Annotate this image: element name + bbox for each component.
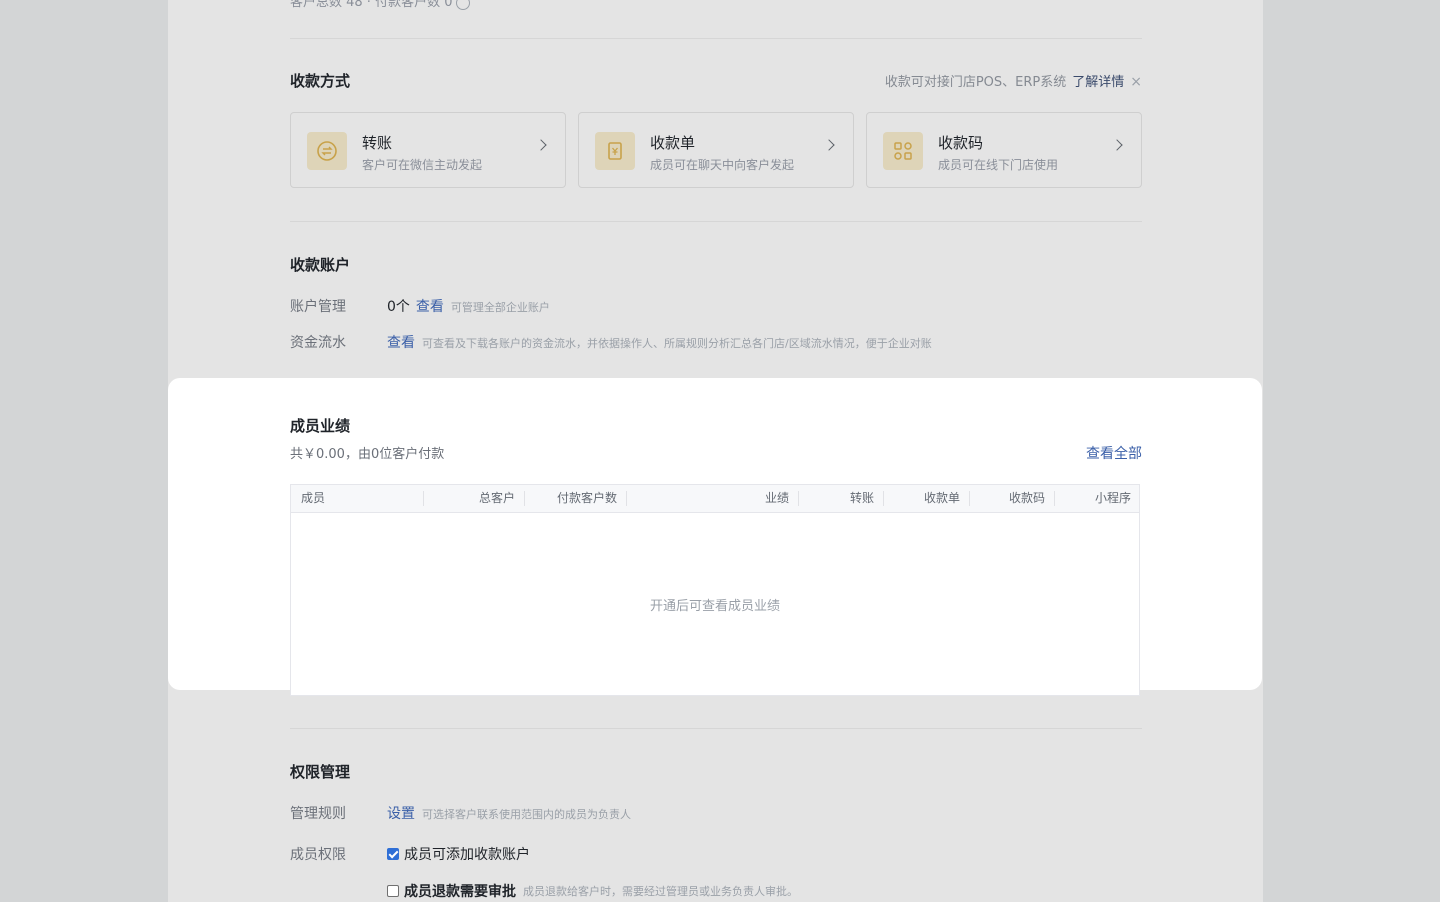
rule-settings-link[interactable]: 设置 bbox=[387, 803, 415, 823]
view-fund-flow-link[interactable]: 查看 bbox=[387, 332, 415, 352]
payment-methods-title: 收款方式 bbox=[290, 72, 351, 90]
empty-state-text: 开通后可查看成员业绩 bbox=[649, 599, 780, 614]
column-header[interactable]: 收款单 bbox=[884, 485, 970, 512]
account-count: 0个 bbox=[387, 299, 410, 315]
payment-methods-note: 收款可对接门店POS、ERP系统 了解详情 × bbox=[885, 71, 1142, 90]
row-hint: 可管理全部企业账户 bbox=[450, 301, 550, 314]
table-header: 成员 总客户 付款客户数 业绩 转账 收款单 收款码 小程序 bbox=[291, 485, 1139, 513]
receipt-icon bbox=[595, 132, 635, 170]
method-card-receipt[interactable]: 收款单 成员可在聊天中向客户发起 bbox=[578, 112, 854, 188]
column-header[interactable]: 小程序 bbox=[1055, 485, 1141, 512]
fund-flow-row: 资金流水 查看 可查看及下载各账户的资金流水，并依据操作人、所属规则分析汇总各门… bbox=[290, 332, 932, 352]
column-header[interactable]: 成员 bbox=[291, 485, 424, 512]
payment-method-cards: 转账 客户可在微信主动发起 收款单 成员可在聊天中向客户发起 收款码 成员可在线… bbox=[290, 112, 1142, 190]
method-card-transfer[interactable]: 转账 客户可在微信主动发起 bbox=[290, 112, 566, 188]
payment-note-text: 收款可对接门店POS、ERP系统 bbox=[884, 75, 1067, 90]
permission-option-refund-approval[interactable]: 成员退款需要审批 成员退款给客户时，需要经过管理员或业务负责人审批。 bbox=[387, 881, 798, 901]
method-desc: 成员可在线下门店使用 bbox=[938, 158, 1059, 172]
column-header[interactable]: 业绩 bbox=[627, 485, 799, 512]
method-card-qrcode[interactable]: 收款码 成员可在线下门店使用 bbox=[866, 112, 1142, 188]
divider bbox=[290, 728, 1142, 729]
view-accounts-link[interactable]: 查看 bbox=[416, 296, 444, 316]
row-label: 管理规则 bbox=[290, 806, 346, 822]
method-title: 收款码 bbox=[938, 134, 984, 152]
transfer-icon bbox=[307, 132, 347, 170]
account-management-row: 账户管理 0个 查看 可管理全部企业账户 bbox=[290, 296, 550, 316]
row-label: 成员权限 bbox=[290, 847, 346, 863]
chevron-right-icon bbox=[1111, 139, 1123, 151]
row-label: 账户管理 bbox=[290, 299, 346, 315]
help-icon[interactable] bbox=[456, 0, 471, 10]
customer-stats: 客户总数 48 · 付款客户数 0 bbox=[290, 0, 471, 10]
row-hint: 可选择客户联系使用范围内的成员为负责人 bbox=[422, 808, 631, 821]
column-header[interactable]: 收款码 bbox=[970, 485, 1055, 512]
chevron-right-icon bbox=[823, 139, 835, 151]
option-label: 成员可添加收款账户 bbox=[404, 847, 530, 863]
accounts-title: 收款账户 bbox=[290, 256, 351, 274]
permission-option-add-account[interactable]: 成员可添加收款账户 bbox=[387, 844, 530, 864]
management-rule-row: 管理规则 设置 可选择客户联系使用范围内的成员为负责人 bbox=[290, 803, 631, 823]
method-desc: 成员可在聊天中向客户发起 bbox=[650, 158, 795, 172]
method-title: 转账 bbox=[362, 134, 393, 152]
option-hint: 成员退款给客户时，需要经过管理员或业务负责人审批。 bbox=[523, 885, 798, 898]
view-all-link[interactable]: 查看全部 bbox=[1086, 443, 1142, 463]
column-header[interactable]: 总客户 bbox=[424, 485, 525, 512]
qrcode-icon bbox=[883, 132, 923, 170]
checkbox-unchecked[interactable] bbox=[387, 885, 399, 897]
performance-summary: 共￥0.00，由0位客户付款 bbox=[290, 447, 445, 462]
checkbox-checked[interactable] bbox=[387, 848, 399, 860]
performance-table: 成员 总客户 付款客户数 业绩 转账 收款单 收款码 小程序 开通后可查看成员业… bbox=[290, 484, 1140, 696]
option-label: 成员退款需要审批 bbox=[404, 884, 516, 900]
method-desc: 客户可在微信主动发起 bbox=[362, 158, 483, 172]
row-label: 资金流水 bbox=[290, 335, 346, 351]
column-header[interactable]: 转账 bbox=[799, 485, 884, 512]
row-hint: 可查看及下载各账户的资金流水，并依据操作人、所属规则分析汇总各门店/区域流水情况… bbox=[422, 337, 932, 350]
close-icon[interactable]: × bbox=[1130, 74, 1142, 90]
learn-more-link[interactable]: 了解详情 bbox=[1072, 75, 1124, 90]
method-title: 收款单 bbox=[650, 134, 696, 152]
permissions-title: 权限管理 bbox=[290, 763, 351, 781]
divider bbox=[290, 38, 1142, 39]
divider bbox=[290, 221, 1142, 222]
member-permission-label-row: 成员权限 bbox=[290, 844, 387, 864]
chevron-right-icon bbox=[535, 139, 547, 151]
column-header[interactable]: 付款客户数 bbox=[525, 485, 627, 512]
performance-title: 成员业绩 bbox=[290, 417, 351, 435]
customer-stats-text: 客户总数 48 · 付款客户数 0 bbox=[290, 0, 453, 10]
